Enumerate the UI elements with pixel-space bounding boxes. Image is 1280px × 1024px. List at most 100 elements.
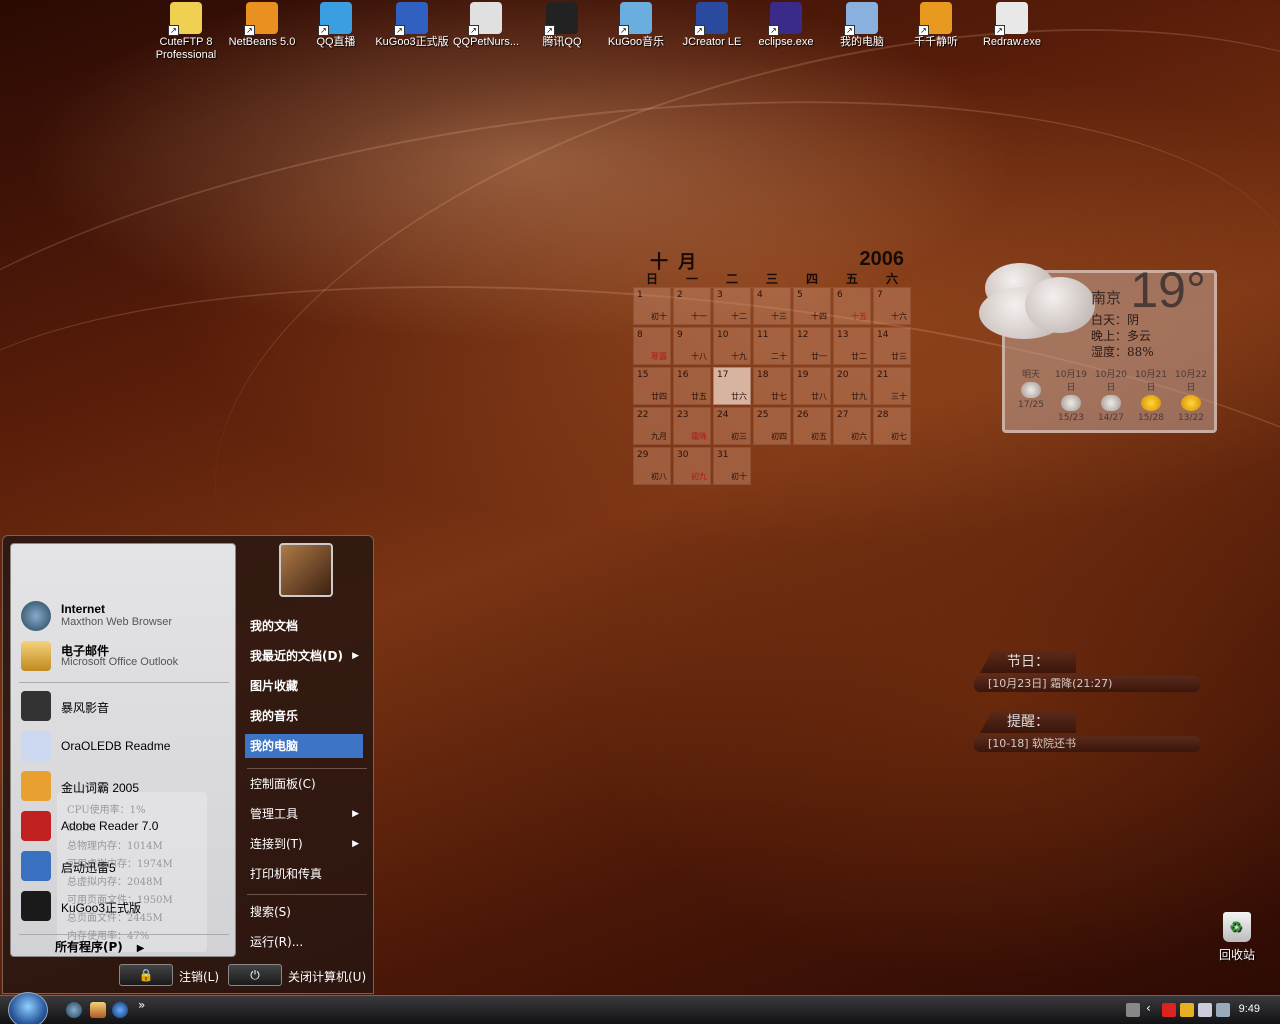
program-icon (21, 891, 51, 921)
volume-tray-icon[interactable] (1216, 1003, 1230, 1017)
desktop-shortcut[interactable]: ↗ Redraw.exe (974, 2, 1050, 49)
start-menu-right-item[interactable]: 我的音乐 (245, 704, 363, 728)
calendar-day[interactable]: 7 十六 (873, 287, 911, 325)
qq-live-icon: ↗ (318, 2, 352, 36)
calendar-day[interactable]: 8 寒露 (633, 327, 671, 365)
calendar-day[interactable]: 19 廿八 (793, 367, 831, 405)
start-menu-right-item[interactable]: 连接到(T) ▶ (245, 832, 363, 856)
lunar-date: 霜降 (691, 432, 707, 441)
calendar-day[interactable]: 27 初六 (833, 407, 871, 445)
calendar-day[interactable]: 30 初九 (673, 447, 711, 485)
desktop-shortcut[interactable]: ↗ KuGoo3正式版 (374, 2, 450, 49)
calendar-day[interactable]: 12 廿一 (793, 327, 831, 365)
calendar-day[interactable]: 15 廿四 (633, 367, 671, 405)
lunar-date: 初十 (731, 472, 747, 481)
calendar-tray-icon[interactable] (1198, 1003, 1212, 1017)
logoff-label[interactable]: 注销(L) (179, 968, 219, 985)
logoff-button[interactable]: 🔒 (119, 964, 173, 986)
program-icon (21, 851, 51, 881)
quicklaunch-more[interactable]: » (138, 998, 145, 1012)
start-menu-right-item[interactable]: 搜索(S) (245, 900, 363, 924)
forecast-day: 10月20日 14/27 (1091, 367, 1131, 423)
adobe-tray-icon[interactable] (1162, 1003, 1176, 1017)
holiday-text[interactable]: [10月23日] 霜降(21:27) (974, 676, 1200, 692)
ie-icon[interactable] (112, 1002, 128, 1018)
desktop-shortcut[interactable]: ↗ QQ直播 (298, 2, 374, 49)
calendar-day[interactable]: 20 廿九 (833, 367, 871, 405)
calendar-day[interactable]: 9 十八 (673, 327, 711, 365)
recent-program-item[interactable]: 金山词霸 2005 (17, 768, 229, 804)
start-menu-right-item[interactable]: 管理工具 ▶ (245, 802, 363, 826)
calendar-day[interactable]: 24 初三 (713, 407, 751, 445)
start-menu-right-item[interactable]: 图片收藏 (245, 674, 363, 698)
pinned-email[interactable]: 电子邮件 Microsoft Office Outlook (17, 638, 229, 674)
security-tray-icon[interactable] (1180, 1003, 1194, 1017)
start-menu-right-item[interactable]: 我的文档 (245, 614, 363, 638)
calendar-day[interactable]: 22 九月 (633, 407, 671, 445)
recent-program-item[interactable]: Adobe Reader 7.0 (17, 808, 229, 844)
user-avatar[interactable] (279, 543, 333, 597)
forecast-range: 17/25 (1018, 400, 1044, 410)
calendar-grid: 1 初十 2 十一 3 十二 4 十三 5 十四 6 十五 7 十六 8 寒露 9 十八 10 十九 11 二十 12 廿一 1… (632, 286, 914, 486)
recycle-bin[interactable]: 回收站 (1210, 912, 1264, 963)
forecast-day: 明天 17/25 (1011, 367, 1051, 423)
program-label: 暴风影音 (61, 701, 110, 715)
calendar-day[interactable]: 2 十一 (673, 287, 711, 325)
desktop-shortcut[interactable]: ↗ 我的电脑 (824, 2, 900, 49)
desktop-shortcut[interactable]: ↗ 千千静听 (898, 2, 974, 49)
desktop-shortcut[interactable]: ↗ NetBeans 5.0 (224, 2, 300, 49)
calendar-day[interactable]: 25 初四 (753, 407, 791, 445)
recent-program-item[interactable]: OraOLEDB Readme (17, 728, 229, 764)
desktop-shortcut[interactable]: ↗ JCreator LE (674, 2, 750, 49)
desktop-shortcut[interactable]: ↗ 腾讯QQ (524, 2, 600, 49)
desktop-shortcut-label: eclipse.exe (758, 36, 814, 48)
reminder-text[interactable]: [10-18] 软院还书 (974, 736, 1200, 752)
recent-program-item[interactable]: 暴风影音 (17, 688, 229, 724)
start-menu-right-item[interactable]: 控制面板(C) (245, 772, 363, 796)
maxthon-icon (21, 601, 51, 631)
calendar-day[interactable]: 21 三十 (873, 367, 911, 405)
shutdown-button[interactable]: ⏻ (228, 964, 282, 986)
start-menu-right-label: 我的电脑 (250, 739, 299, 753)
calendar-day[interactable]: 5 十四 (793, 287, 831, 325)
calendar-day[interactable]: 28 初七 (873, 407, 911, 445)
calendar-day[interactable]: 23 霜降 (673, 407, 711, 445)
recent-program-item[interactable]: KuGoo3正式版 (17, 888, 229, 924)
keyboard-icon[interactable] (1126, 1003, 1140, 1017)
show-desktop-icon[interactable] (90, 1002, 106, 1018)
forecast-day: 10月22日 13/22 (1171, 367, 1211, 423)
lunar-date: 三十 (891, 392, 907, 401)
forecast-date: 10月21日 (1135, 370, 1167, 393)
calendar-day[interactable]: 10 十九 (713, 327, 751, 365)
recent-program-item[interactable]: 启动迅雷5 (17, 848, 229, 884)
start-button[interactable] (8, 992, 48, 1024)
desktop-shortcut[interactable]: ↗ KuGoo音乐 (598, 2, 674, 49)
calendar-day[interactable]: 29 初八 (633, 447, 671, 485)
start-menu-right-item[interactable]: 打印机和传真 (245, 862, 363, 886)
calendar-day[interactable]: 26 初五 (793, 407, 831, 445)
desktop-shortcut[interactable]: ↗ eclipse.exe (748, 2, 824, 49)
start-menu-right-item[interactable]: 我的电脑 (245, 734, 363, 758)
start-menu-right-item[interactable]: 运行(R)... (245, 930, 363, 954)
calendar-day[interactable]: 1 初十 (633, 287, 671, 325)
all-programs-button[interactable]: 所有程序(P) ▶ (55, 938, 144, 955)
day-number: 10 (717, 330, 729, 340)
calendar-day[interactable]: 14 廿三 (873, 327, 911, 365)
desktop-shortcut[interactable]: ↗ QQPetNurs... (448, 2, 524, 49)
calendar-day[interactable]: 31 初十 (713, 447, 751, 485)
clock[interactable]: 9:49 (1239, 1003, 1260, 1015)
calendar-day[interactable]: 6 十五 (833, 287, 871, 325)
desktop-shortcut[interactable]: ↗ CuteFTP 8 Professional (148, 2, 224, 62)
tray-expand-icon[interactable]: ‹ (1146, 1001, 1151, 1015)
shutdown-label[interactable]: 关闭计算机(U) (288, 968, 366, 985)
calendar-day[interactable]: 3 十二 (713, 287, 751, 325)
calendar-day[interactable]: 11 二十 (753, 327, 791, 365)
start-menu-right-item[interactable]: 我最近的文档(D) ▶ (245, 644, 363, 668)
calendar-day[interactable]: 13 廿二 (833, 327, 871, 365)
calendar-day[interactable]: 18 廿七 (753, 367, 791, 405)
calendar-day[interactable]: 16 廿五 (673, 367, 711, 405)
calendar-day[interactable]: 17 廿六 (713, 367, 751, 405)
maxthon-quicklaunch-icon[interactable] (66, 1002, 82, 1018)
calendar-day[interactable]: 4 十三 (753, 287, 791, 325)
pinned-internet[interactable]: Internet Maxthon Web Browser (17, 598, 229, 634)
